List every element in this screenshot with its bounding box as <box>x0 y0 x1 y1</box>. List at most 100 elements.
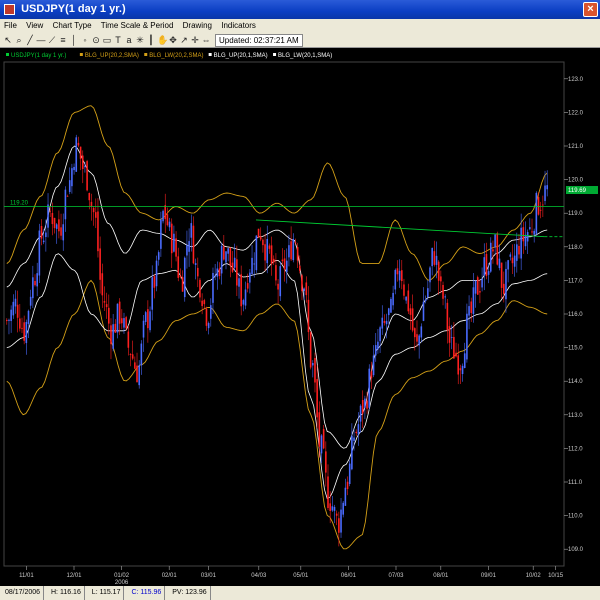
candle-body <box>288 245 290 258</box>
candle-body <box>36 273 38 287</box>
y-tick-label: 117.0 <box>568 278 583 284</box>
candle-body <box>42 240 45 243</box>
price-chart[interactable]: USDJPY(1 day 1 yr.) BLG_UP(20,2,SMA) BLG_L… <box>0 48 600 586</box>
candle-body <box>472 287 475 314</box>
candle-body <box>253 263 256 265</box>
circle-icon[interactable]: ◦ <box>80 35 90 45</box>
candle-body <box>268 245 271 249</box>
candle-body <box>170 223 173 254</box>
status-low: L: 115.17 <box>89 586 125 600</box>
menu-file[interactable]: File <box>4 21 17 30</box>
hand-icon[interactable]: ✋ <box>157 35 168 45</box>
candle-body <box>147 309 149 329</box>
candle-body <box>164 205 167 220</box>
candle-body <box>433 251 436 265</box>
candle-body <box>370 371 373 379</box>
menu-chart-type[interactable]: Chart Type <box>53 21 92 30</box>
candle-body <box>116 303 119 333</box>
x-tick-label: 11/01 <box>19 573 34 579</box>
candle-body <box>450 337 453 338</box>
candle-body <box>414 328 416 338</box>
abc-icon[interactable]: a <box>124 35 134 45</box>
candle-body <box>242 300 245 305</box>
fan-icon[interactable]: ✳ <box>135 35 145 45</box>
candle-body <box>476 277 479 295</box>
text-icon[interactable]: T <box>113 35 123 45</box>
candle-body <box>533 230 535 235</box>
fib-icon[interactable]: ≡ <box>58 35 68 45</box>
candle-body <box>58 219 60 232</box>
candle-body <box>387 308 390 316</box>
candle-body <box>223 246 225 260</box>
y-tick-label: 118.0 <box>568 245 583 251</box>
candle-body <box>149 311 151 331</box>
pointer-icon[interactable]: │ <box>69 35 79 45</box>
arrow-icon[interactable]: ↖ <box>3 35 13 45</box>
candle-body <box>229 247 232 266</box>
candle-body <box>461 365 464 375</box>
candle-body <box>151 277 154 310</box>
candle-body <box>518 245 520 255</box>
candle-body <box>520 227 522 259</box>
candle-body <box>531 231 533 233</box>
line-icon[interactable]: ╱ <box>25 35 35 45</box>
candle-body <box>453 336 455 359</box>
candle-body <box>502 283 505 294</box>
ray-icon[interactable]: ⟋ <box>47 35 57 45</box>
candle-body <box>440 276 442 282</box>
window-title: USDJPY(1 day 1 yr.) <box>21 3 126 15</box>
x-tick-label: 01/02 <box>114 573 130 579</box>
candle-body <box>342 502 344 515</box>
menu-time-scale[interactable]: Time Scale & Period <box>101 21 174 30</box>
candle-body <box>210 305 212 319</box>
candle-body <box>88 193 91 201</box>
cursor-icon[interactable]: ↗ <box>179 35 189 45</box>
candle-body <box>192 225 195 264</box>
target-icon[interactable]: ⊙ <box>91 35 101 45</box>
menu-view[interactable]: View <box>26 21 43 30</box>
close-button[interactable]: × <box>583 2 598 17</box>
candle-body <box>34 281 36 286</box>
candle-body <box>466 313 468 360</box>
y-tick-label: 111.0 <box>568 480 583 486</box>
candle-body <box>381 317 384 329</box>
menu-drawing[interactable]: Drawing <box>183 21 212 30</box>
candle-body <box>160 219 162 249</box>
candle-body <box>249 272 251 283</box>
candle-body <box>214 275 216 277</box>
candle-body <box>16 304 19 318</box>
candle-body <box>173 233 175 252</box>
candle-body <box>162 210 164 222</box>
candle-body <box>485 253 488 276</box>
candle-body <box>142 320 145 338</box>
toolbar: ↖ ⌕ ╱ — ⟋ ≡ │ ◦ ⊙ ▭ T a ✳ ┃ ✋ ✥ ↗ ✛ ⇔ Up… <box>0 33 600 48</box>
candle-body <box>123 318 125 328</box>
candle-body <box>420 326 423 338</box>
candle-body <box>437 261 440 281</box>
move-icon[interactable]: ✥ <box>168 35 178 45</box>
candle-body <box>329 503 331 511</box>
rect-icon[interactable]: ▭ <box>102 35 112 45</box>
candle-body <box>418 335 420 346</box>
candle-body <box>129 354 132 356</box>
zoom-icon[interactable]: ⌕ <box>14 35 24 45</box>
candle-body <box>12 301 15 316</box>
candle-body <box>444 296 446 298</box>
x-tick-label: 08/01 <box>433 573 449 579</box>
candle-body <box>266 238 269 264</box>
cross-icon[interactable]: ✛ <box>190 35 200 45</box>
menu-indicators[interactable]: Indicators <box>221 21 256 30</box>
candle-body <box>355 431 358 434</box>
vline-icon[interactable]: ┃ <box>146 35 156 45</box>
legend-item: USDJPY(1 day 1 yr.) <box>11 53 66 59</box>
candle-body <box>511 257 514 264</box>
candle-body <box>322 428 325 449</box>
hline-icon[interactable]: — <box>36 35 46 45</box>
x-tick-label: 02/01 <box>162 573 178 579</box>
candle-body <box>509 254 512 257</box>
candle-body <box>285 260 288 273</box>
candle-body <box>121 318 123 324</box>
candle-body <box>64 189 67 220</box>
candle-body <box>179 275 182 278</box>
pan-icon[interactable]: ⇔ <box>201 35 211 45</box>
